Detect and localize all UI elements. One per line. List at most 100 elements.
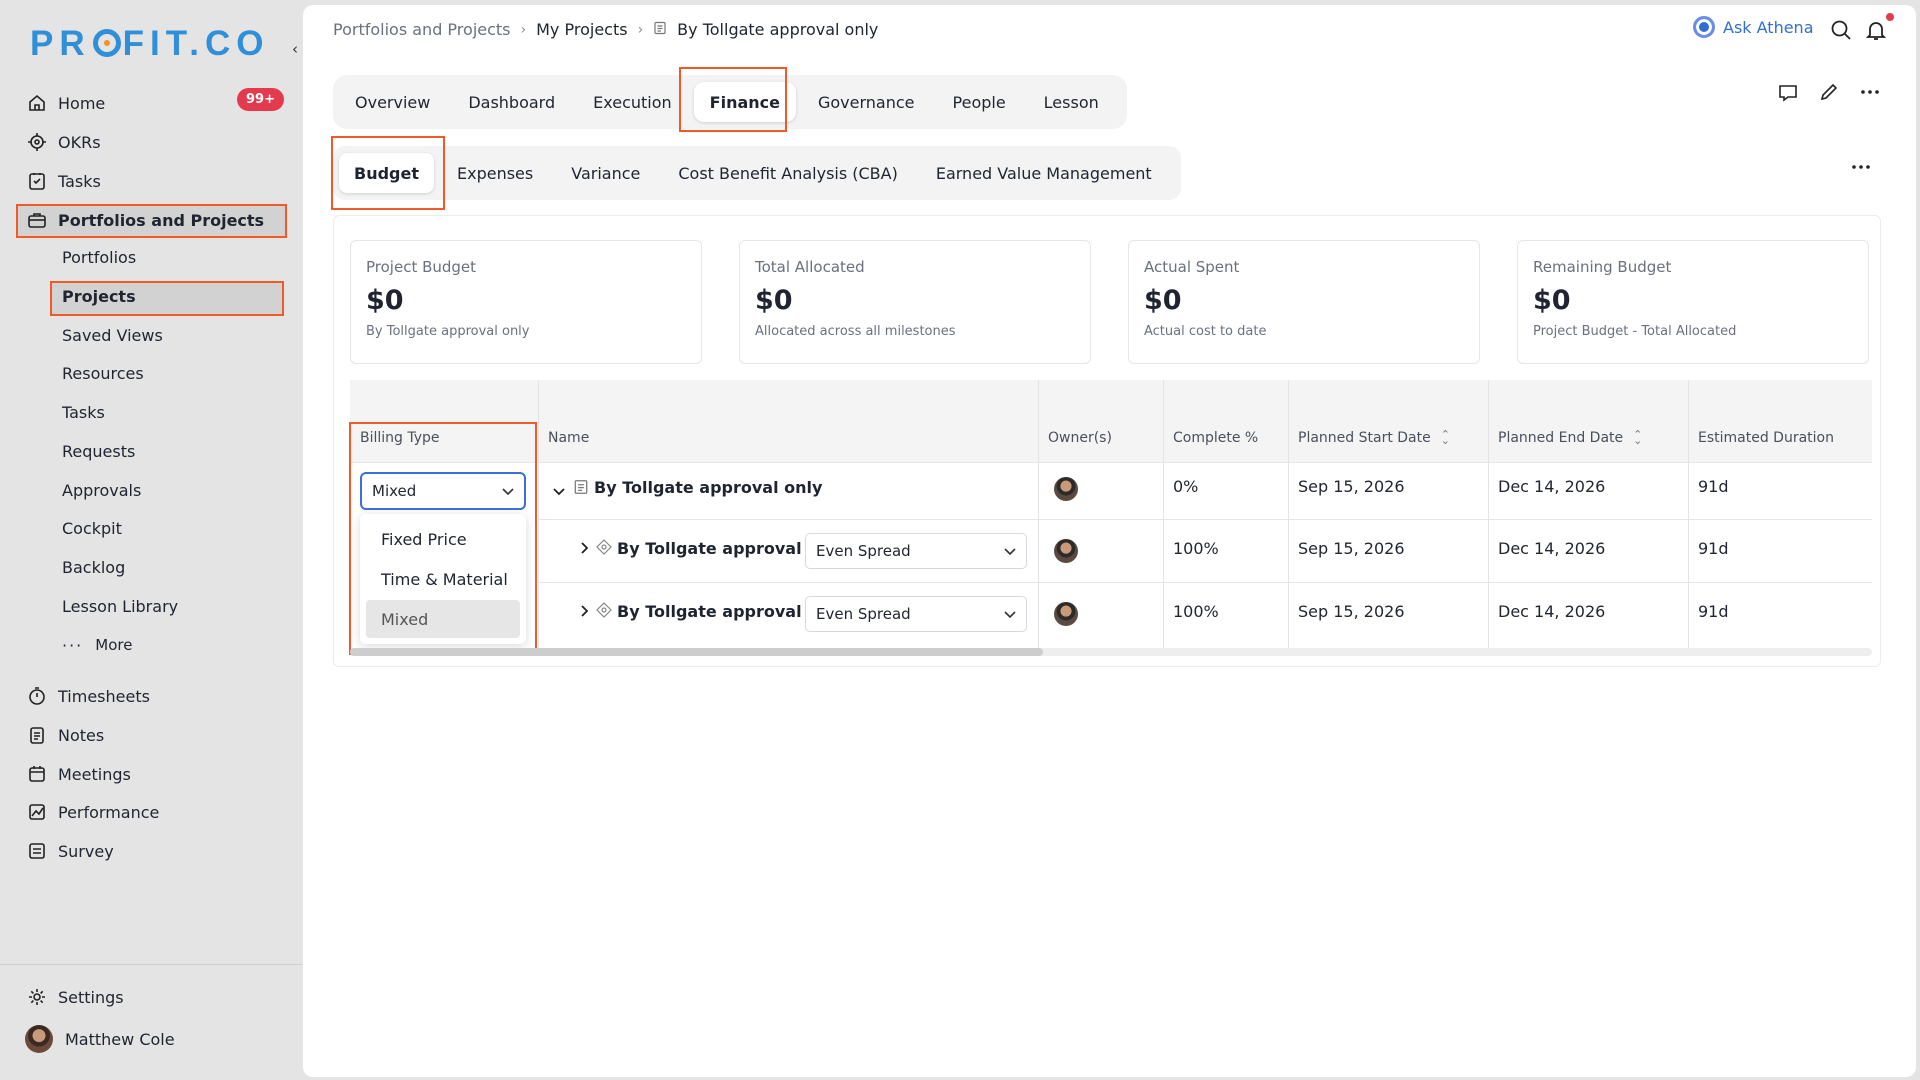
sidebar-item-label: Notes xyxy=(58,725,105,745)
milestone-icon xyxy=(596,539,612,559)
sidebar-item-settings[interactable]: Settings xyxy=(26,982,124,1012)
ask-athena-button[interactable]: Ask Athena xyxy=(1693,16,1814,38)
sidebar-item-meetings[interactable]: Meetings xyxy=(26,759,131,789)
sidebar-item-performance[interactable]: Performance xyxy=(26,797,159,827)
row-name[interactable]: By Tollgate approval ... xyxy=(617,602,825,621)
budget-table: Billing Type Name Owner(s) Complete % Pl… xyxy=(349,380,1872,656)
sidebar-sub-requests[interactable]: Requests xyxy=(62,437,135,465)
header-label: Planned Start Date xyxy=(1298,430,1431,446)
sidebar-item-survey[interactable]: Survey xyxy=(26,836,114,866)
scrollbar-thumb[interactable] xyxy=(350,648,1043,656)
breadcrumb-separator: › xyxy=(637,21,644,38)
chevron-right-icon[interactable] xyxy=(581,602,589,621)
row-complete: 0% xyxy=(1173,477,1199,496)
collapse-sidebar-icon[interactable]: ‹ xyxy=(292,40,298,58)
finance-tab-highlight xyxy=(679,67,787,132)
sidebar-item-label: Portfolios and Projects xyxy=(58,210,265,230)
sidebar-item-notes[interactable]: Notes xyxy=(26,720,104,750)
row-name[interactable]: By Tollgate approval only xyxy=(594,478,822,497)
sidebar-item-okrs[interactable]: OKRs xyxy=(26,127,101,157)
notification-dot xyxy=(1886,13,1894,21)
subtab-expenses[interactable]: Expenses xyxy=(442,153,548,193)
sort-icon: ⌃ ⌄ xyxy=(1440,428,1450,447)
breadcrumb-separator: › xyxy=(520,21,527,38)
table-header xyxy=(350,380,1872,462)
sidebar-item-label: Performance xyxy=(58,802,160,822)
sidebar-item-home[interactable]: Home xyxy=(26,88,105,118)
sidebar-sub-resources[interactable]: Resources xyxy=(62,359,144,387)
sidebar-item-label: Tasks xyxy=(58,171,101,191)
sidebar-item-label: Settings xyxy=(58,987,124,1007)
user-profile[interactable]: Matthew Cole xyxy=(25,1024,175,1054)
ask-athena-label: Ask Athena xyxy=(1723,17,1814,37)
tab-overview[interactable]: Overview xyxy=(339,82,446,122)
sidebar-sub-backlog[interactable]: Backlog xyxy=(62,553,125,581)
sidebar-sub-more-label: More xyxy=(95,636,133,654)
subtab-evm[interactable]: Earned Value Management xyxy=(921,153,1167,193)
edit-icon[interactable] xyxy=(1818,81,1840,103)
sidebar-item-label: OKRs xyxy=(58,132,101,152)
tab-dashboard[interactable]: Dashboard xyxy=(452,82,571,122)
breadcrumb-portfolios[interactable]: Portfolios and Projects xyxy=(333,20,511,39)
header-planned-end[interactable]: Planned End Date ⌃ ⌄ xyxy=(1498,428,1643,447)
finance-subtabs: Budget Expenses Variance Cost Benefit An… xyxy=(333,146,1181,200)
sidebar-divider xyxy=(0,964,302,965)
tab-lesson[interactable]: Lesson xyxy=(1028,82,1115,122)
card-subtext: Project Budget - Total Allocated xyxy=(1533,324,1737,339)
sidebar-sub-portfolios[interactable]: Portfolios xyxy=(62,243,136,271)
sidebar-item-portfolios-and-projects[interactable]: Portfolios and Projects xyxy=(26,205,264,235)
owner-avatar[interactable] xyxy=(1054,602,1078,626)
sidebar-item-timesheets[interactable]: Timesheets xyxy=(26,681,150,711)
sidebar-sub-more[interactable]: ··· More xyxy=(62,631,132,659)
chevron-down-icon xyxy=(1004,542,1016,560)
tab-governance[interactable]: Governance xyxy=(802,82,931,122)
bell-icon[interactable] xyxy=(1865,19,1887,41)
gear-icon xyxy=(26,986,48,1008)
sidebar-item-label: Timesheets xyxy=(58,686,150,706)
header-complete: Complete % xyxy=(1173,430,1259,446)
calendar-icon xyxy=(26,763,48,785)
sidebar-sub-projects[interactable]: Projects xyxy=(62,282,136,310)
owner-avatar[interactable] xyxy=(1054,539,1078,563)
header-planned-start[interactable]: Planned Start Date ⌃ ⌄ xyxy=(1298,428,1450,447)
spread-select[interactable]: Even Spread xyxy=(805,596,1027,632)
spread-value: Even Spread xyxy=(816,542,911,560)
card-actual-spent: Actual Spent $0 Actual cost to date xyxy=(1128,240,1480,364)
sidebar-sub-tasks[interactable]: Tasks xyxy=(62,398,105,426)
subtab-variance[interactable]: Variance xyxy=(556,153,655,193)
spread-select[interactable]: Even Spread xyxy=(805,533,1027,569)
sidebar-sub-lesson-library[interactable]: Lesson Library xyxy=(62,592,178,620)
card-label: Remaining Budget xyxy=(1533,258,1672,276)
card-subtext: Actual cost to date xyxy=(1144,324,1267,339)
more-options-icon[interactable] xyxy=(1850,156,1872,178)
chevron-down-icon xyxy=(1004,605,1016,623)
sidebar-sub-cockpit[interactable]: Cockpit xyxy=(62,514,122,542)
sidebar-item-tasks[interactable]: Tasks xyxy=(26,166,101,196)
budget-subtab-highlight xyxy=(331,136,445,210)
document-icon xyxy=(653,20,667,39)
card-project-budget: Project Budget $0 By Tollgate approval o… xyxy=(350,240,702,364)
row-name[interactable]: By Tollgate approval ... xyxy=(617,539,825,558)
more-options-icon[interactable] xyxy=(1859,81,1881,103)
search-icon[interactable] xyxy=(1830,19,1852,41)
chevron-down-icon[interactable] xyxy=(553,481,565,500)
card-remaining-budget: Remaining Budget $0 Project Budget - Tot… xyxy=(1517,240,1869,364)
subtab-cba[interactable]: Cost Benefit Analysis (CBA) xyxy=(663,153,912,193)
sidebar-sub-approvals[interactable]: Approvals xyxy=(62,476,141,504)
task-icon xyxy=(26,170,48,192)
comment-icon[interactable] xyxy=(1777,82,1799,104)
horizontal-scrollbar[interactable] xyxy=(350,648,1872,656)
tab-people[interactable]: People xyxy=(937,82,1022,122)
chart-icon xyxy=(26,801,48,823)
sort-icon: ⌃ ⌄ xyxy=(1633,428,1643,447)
column-divider xyxy=(1163,380,1164,648)
breadcrumb-my-projects[interactable]: My Projects xyxy=(536,20,627,39)
chevron-right-icon[interactable] xyxy=(581,539,589,558)
sidebar-item-label: Meetings xyxy=(58,764,131,784)
column-divider xyxy=(1038,380,1039,648)
sidebar-sub-saved-views[interactable]: Saved Views xyxy=(62,321,163,349)
header-name: Name xyxy=(548,430,590,446)
owner-avatar[interactable] xyxy=(1054,477,1078,501)
profitco-logo[interactable]: PR FIT.CO xyxy=(30,24,269,64)
tab-execution[interactable]: Execution xyxy=(577,82,688,122)
